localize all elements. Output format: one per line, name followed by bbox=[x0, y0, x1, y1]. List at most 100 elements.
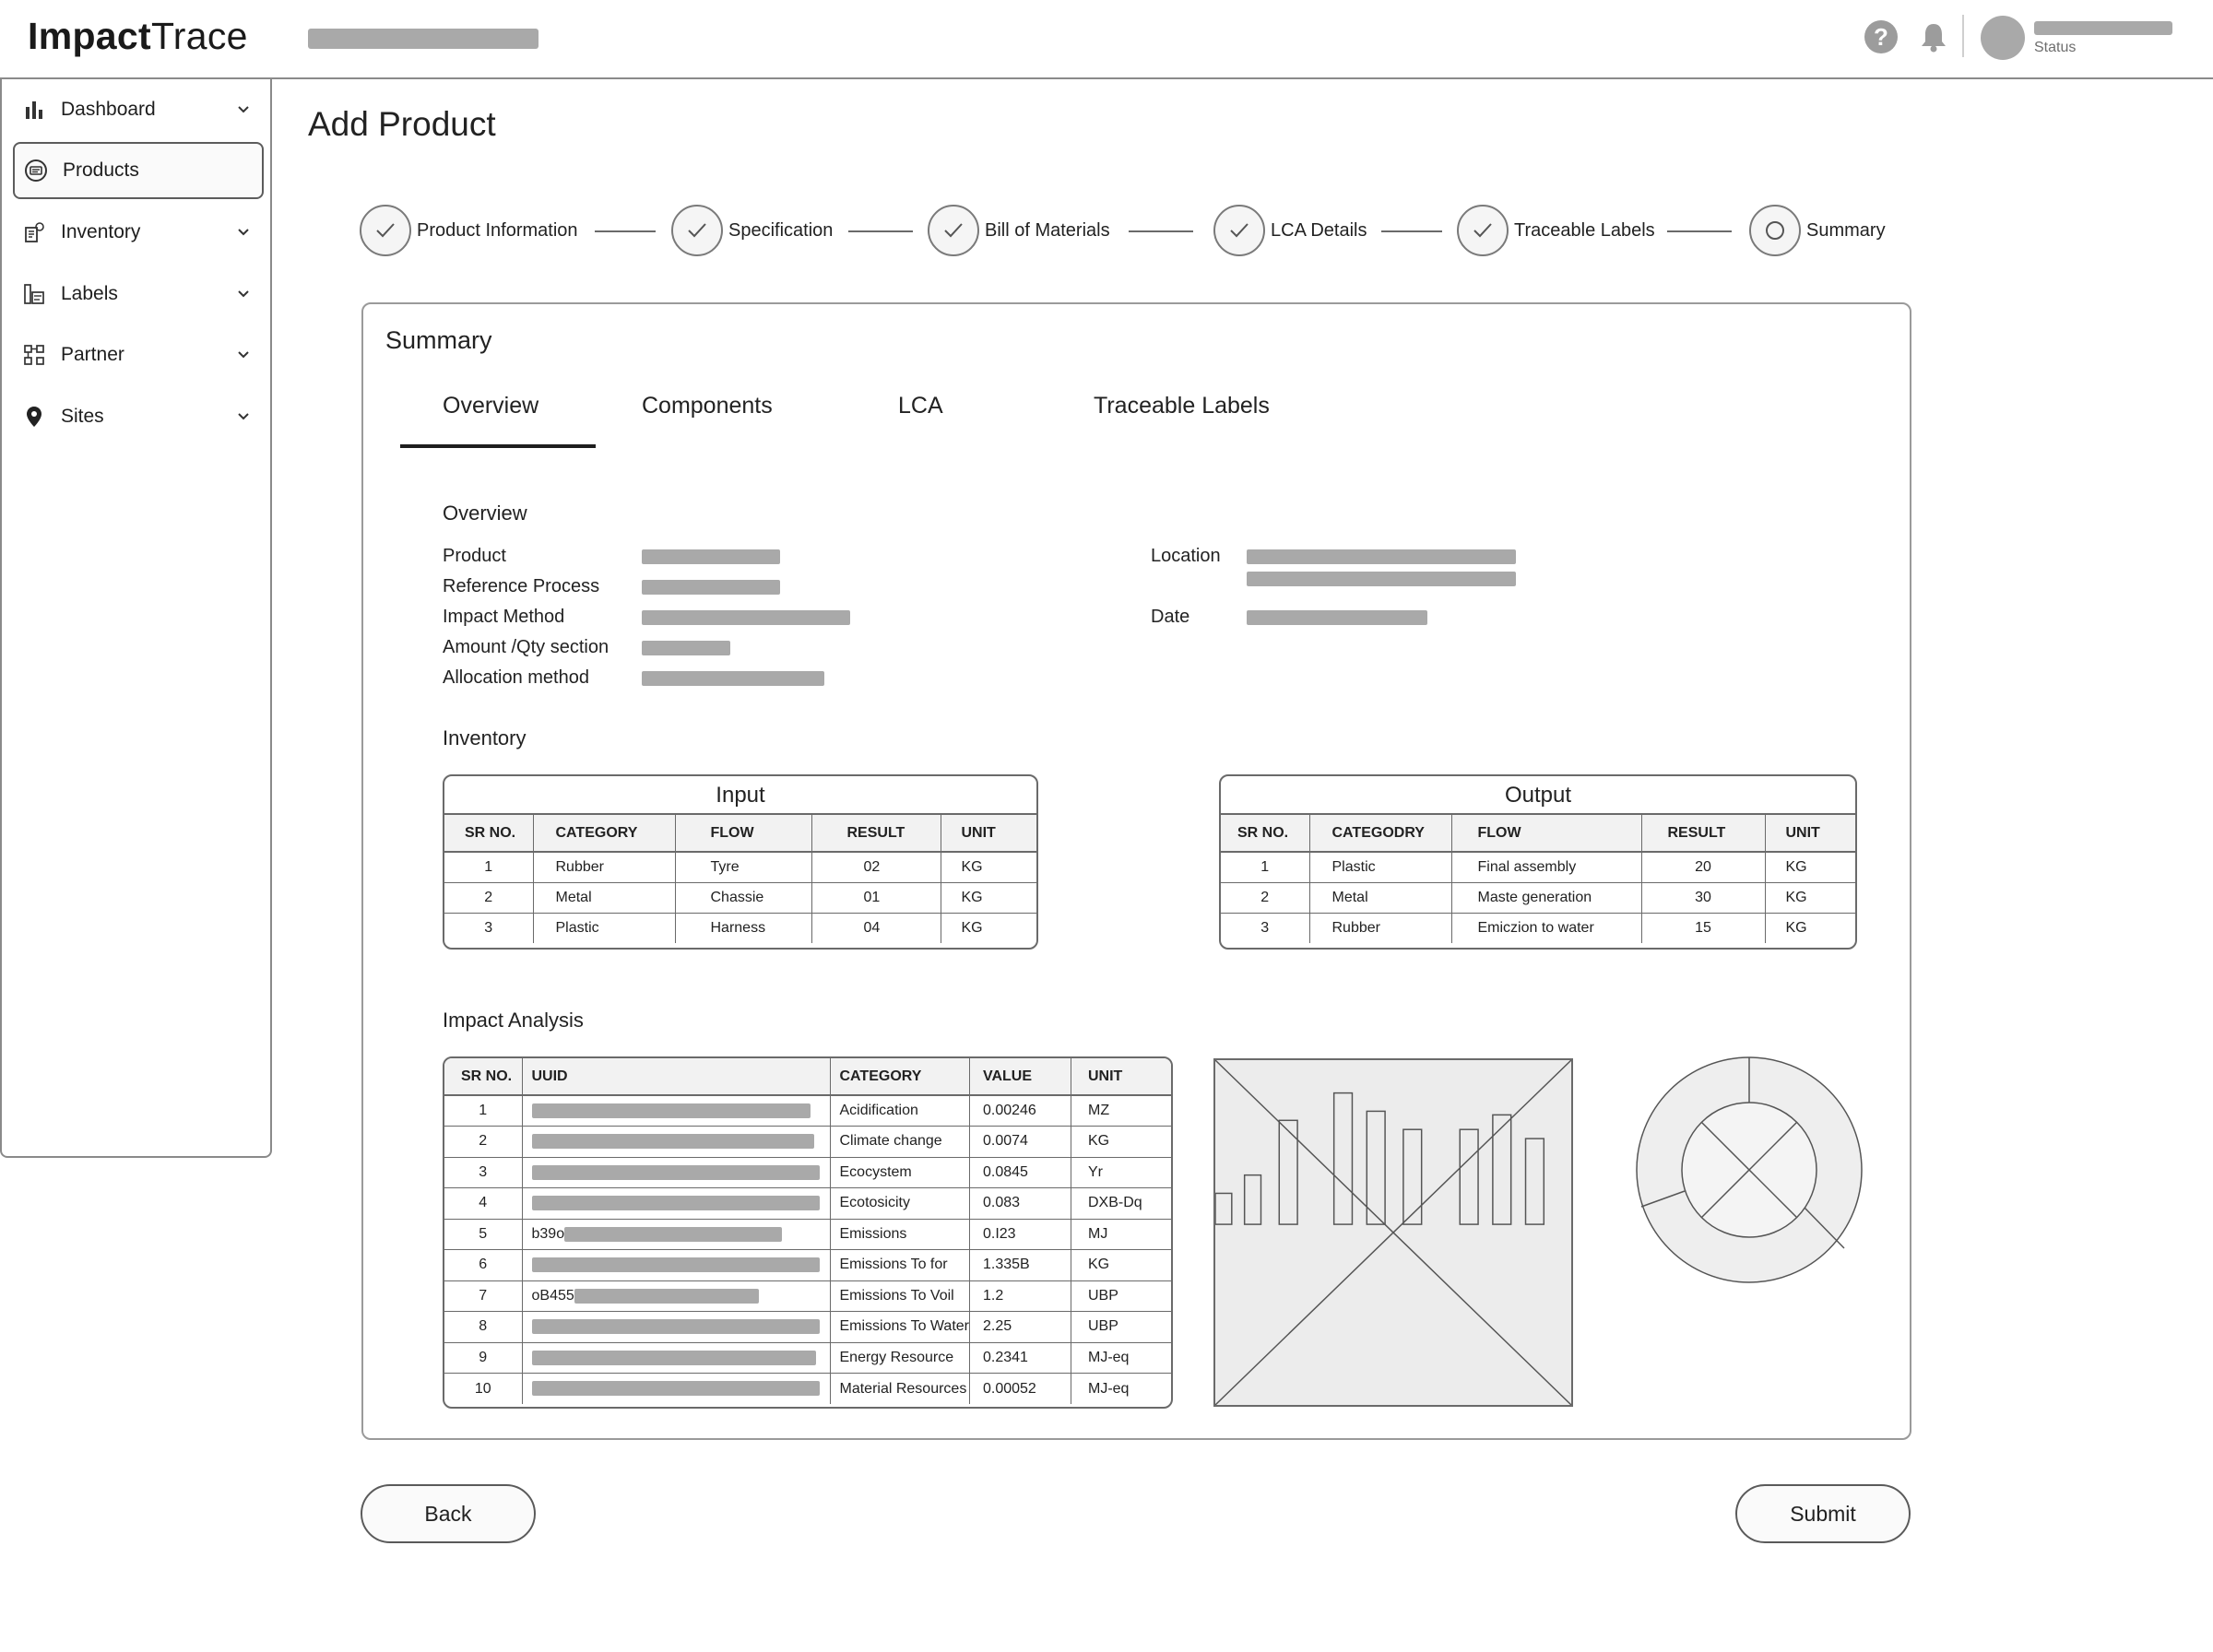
inventory-icon bbox=[22, 220, 46, 244]
uuid-placeholder bbox=[531, 1103, 811, 1118]
table-cell: 8 bbox=[444, 1311, 523, 1343]
table-header: RESULT bbox=[1641, 815, 1766, 853]
bell-icon[interactable] bbox=[1918, 20, 1949, 53]
table-cell: KG bbox=[961, 919, 983, 936]
step-summary[interactable]: Summary bbox=[1749, 205, 1886, 256]
sidebar-item-partner[interactable]: Partner bbox=[13, 326, 264, 384]
table-cell: 1.2 bbox=[969, 1280, 1071, 1312]
tab-overview[interactable]: Overview bbox=[443, 393, 538, 419]
table-cell: 0.0845 bbox=[969, 1157, 1071, 1188]
sidebar-item-products[interactable]: Products bbox=[13, 142, 264, 199]
table-cell: UBP bbox=[1071, 1311, 1171, 1343]
table-cell: Emissions To Water bbox=[830, 1311, 970, 1343]
table-row: 4 Ecotosicity 0.083 DXB-Dq bbox=[444, 1187, 1171, 1220]
uuid-cell bbox=[522, 1249, 831, 1281]
table-cell: Plastic bbox=[1309, 852, 1452, 883]
chevron-down-icon[interactable] bbox=[236, 409, 251, 424]
uuid-cell: b39o bbox=[522, 1219, 831, 1250]
table-row: 9 Energy Resource 0.2341 MJ-eq bbox=[444, 1342, 1171, 1374]
table-header: CATEGORY bbox=[830, 1058, 970, 1096]
table-cell: 10 bbox=[444, 1373, 523, 1404]
table-cell: Tyre bbox=[675, 852, 812, 883]
table-header: FLOW bbox=[1451, 815, 1642, 853]
table-cell: 3 bbox=[1221, 913, 1310, 943]
placeholder-bar bbox=[1402, 1128, 1423, 1225]
step-product-information[interactable]: Product Information bbox=[360, 205, 578, 256]
table-cell: 0.00052 bbox=[969, 1373, 1071, 1404]
step-current-circle-icon bbox=[1749, 205, 1801, 256]
table-cell: KG bbox=[1071, 1126, 1171, 1158]
chevron-down-icon[interactable] bbox=[236, 225, 251, 240]
app-logo[interactable]: ImpactTrace bbox=[28, 15, 248, 58]
tab-lca[interactable]: LCA bbox=[898, 393, 943, 419]
table-cell: Climate change bbox=[830, 1126, 970, 1158]
chevron-down-icon[interactable] bbox=[236, 102, 251, 117]
table-cell: UBP bbox=[1071, 1280, 1171, 1312]
table-cell: KG bbox=[1071, 1249, 1171, 1281]
uuid-cell: oB455 bbox=[522, 1280, 831, 1312]
table-cell: Emissions bbox=[830, 1219, 970, 1250]
sidebar-item-label: Labels bbox=[61, 283, 118, 304]
step-specification[interactable]: Specification bbox=[671, 205, 833, 256]
header-placeholder-bar bbox=[308, 29, 538, 49]
field-label-location: Location bbox=[1151, 546, 1221, 566]
placeholder-bar bbox=[1243, 1174, 1262, 1225]
table-cell: KG bbox=[941, 852, 1036, 883]
table-row: 7 oB455 Emissions To Voil 1.2 UBP bbox=[444, 1280, 1171, 1312]
placeholder-bar bbox=[1332, 1092, 1354, 1225]
table-row: 2 Metal Chassie 01 KG bbox=[444, 882, 1036, 914]
table-cell: Ecocystem bbox=[830, 1157, 970, 1188]
step-bill-of-materials[interactable]: Bill of Materials bbox=[928, 205, 1110, 256]
field-label-allocation-method: Allocation method bbox=[443, 667, 589, 688]
table-cell: 0.I23 bbox=[969, 1219, 1071, 1250]
logo-text-light: Trace bbox=[150, 15, 248, 57]
sidebar-item-labels[interactable]: Labels bbox=[13, 266, 264, 323]
uuid-placeholder bbox=[564, 1226, 783, 1242]
field-value-allocation-method bbox=[642, 671, 824, 686]
step-connector bbox=[1667, 230, 1732, 232]
sidebar-item-inventory[interactable]: Inventory bbox=[13, 204, 264, 261]
back-button[interactable]: Back bbox=[361, 1484, 536, 1543]
step-lca-details[interactable]: LCA Details bbox=[1213, 205, 1367, 256]
field-label-amount-qty: Amount /Qty section bbox=[443, 637, 609, 657]
progress-stepper: Product Information Specification Bill o… bbox=[360, 205, 1890, 258]
chevron-down-icon[interactable] bbox=[236, 287, 251, 301]
sidebar-item-dashboard[interactable]: Dashboard bbox=[13, 81, 264, 138]
field-label-product: Product bbox=[443, 546, 506, 566]
table-cell: MJ-eq bbox=[1071, 1342, 1171, 1374]
table-cell: MJ bbox=[1071, 1219, 1171, 1250]
help-icon[interactable]: ? bbox=[1864, 20, 1898, 53]
table-cell: 1 bbox=[1221, 852, 1310, 883]
table-cell: Chassie bbox=[675, 882, 812, 914]
table-row: 5 b39o Emissions 0.I23 MJ bbox=[444, 1219, 1171, 1250]
sidebar-item-sites[interactable]: Sites bbox=[13, 388, 264, 445]
table-header: RESULT bbox=[811, 815, 941, 853]
uuid-placeholder bbox=[574, 1288, 759, 1304]
step-connector bbox=[848, 230, 913, 232]
step-traceable-labels[interactable]: Traceable Labels bbox=[1457, 205, 1655, 256]
table-cell: Final assembly bbox=[1451, 852, 1642, 883]
table-cell: 0.2341 bbox=[969, 1342, 1071, 1374]
table-cell: Maste generation bbox=[1451, 882, 1642, 914]
table-cell: 0.083 bbox=[969, 1187, 1071, 1220]
tab-components[interactable]: Components bbox=[642, 393, 773, 419]
table-cell: 3 bbox=[444, 1157, 523, 1188]
step-complete-check-icon bbox=[928, 205, 979, 256]
submit-button[interactable]: Submit bbox=[1735, 1484, 1911, 1543]
table-row: 3 Rubber Emiczion to water 15 KG bbox=[1221, 913, 1855, 943]
table-row: 2 Climate change 0.0074 KG bbox=[444, 1126, 1171, 1158]
chevron-down-icon[interactable] bbox=[236, 348, 251, 362]
step-label: Traceable Labels bbox=[1514, 219, 1655, 241]
step-label: Bill of Materials bbox=[985, 219, 1110, 241]
bar-chart-icon bbox=[22, 98, 46, 122]
avatar[interactable] bbox=[1981, 16, 2025, 60]
overview-section-title: Overview bbox=[443, 502, 527, 525]
table-cell: Rubber bbox=[533, 852, 676, 883]
tab-traceable-labels[interactable]: Traceable Labels bbox=[1094, 393, 1270, 419]
step-complete-check-icon bbox=[1213, 205, 1265, 256]
header-divider bbox=[1962, 15, 1964, 57]
table-cell: KG bbox=[1765, 882, 1855, 914]
step-label: Product Information bbox=[417, 219, 578, 241]
table-row: 8 Emissions To Water 2.25 UBP bbox=[444, 1311, 1171, 1343]
field-value-date bbox=[1247, 610, 1427, 625]
